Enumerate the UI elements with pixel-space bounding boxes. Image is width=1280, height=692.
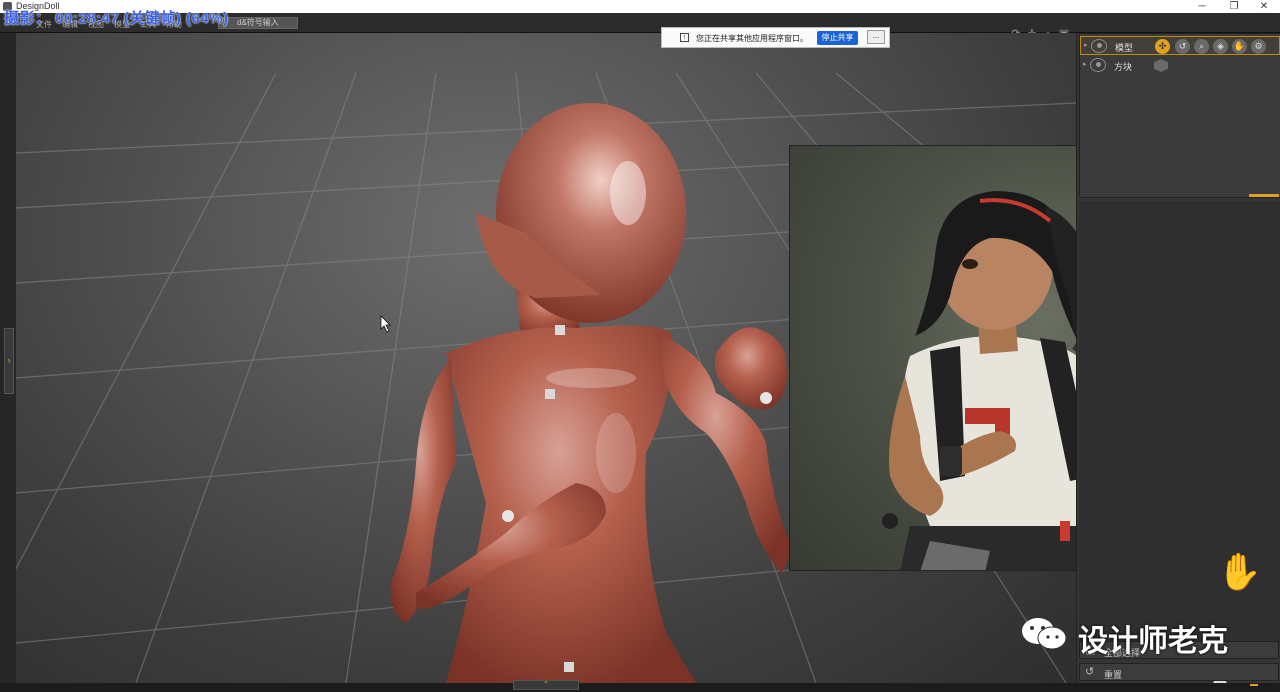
reset-icon: ↺ — [1085, 666, 1095, 678]
reset-button[interactable]: ↺ 重置 — [1079, 663, 1279, 681]
tree-row-model[interactable]: ▸ 模型 ✣ ↺ ⌕ ◈ ✋ ⚙ — [1080, 36, 1280, 55]
status-accent — [1250, 684, 1258, 686]
scene-tree: ▸ 模型 ✣ ↺ ⌕ ◈ ✋ ⚙ ▸ 方块 — [1079, 33, 1280, 198]
panel-splitter[interactable] — [1249, 194, 1279, 197]
share-icon: ↑ — [680, 33, 689, 42]
joint-handle-chest[interactable] — [545, 389, 555, 399]
left-panel-toggle[interactable]: › — [4, 328, 14, 394]
joint-handle-left-wrist[interactable] — [502, 510, 514, 522]
hand-pose-icon[interactable]: ✋ — [1217, 551, 1262, 593]
watermark: 设计师老克 — [1020, 612, 1260, 658]
bottom-panel-toggle[interactable]: ⌃ — [513, 680, 579, 690]
gear-icon[interactable]: ⚙ — [1251, 39, 1266, 54]
expand-icon[interactable]: ▸ — [1083, 60, 1087, 70]
joint-handle-hip[interactable] — [564, 662, 574, 672]
visibility-icon[interactable] — [1090, 58, 1106, 72]
hand-icon[interactable]: ✋ — [1232, 39, 1247, 54]
cube-icon[interactable] — [1154, 59, 1168, 72]
close-button[interactable]: ✕ — [1248, 0, 1280, 13]
watermark-text: 设计师老克 — [1078, 625, 1228, 658]
search-input[interactable]: d&符号输入 — [218, 17, 298, 29]
recording-overlay: 摄影： 00:28:47 (关键帧) (64%) — [4, 10, 229, 27]
joint-handle-neck[interactable] — [555, 325, 565, 335]
stop-sharing-button[interactable]: 停止共享 — [817, 31, 858, 45]
mouse-cursor — [380, 315, 391, 333]
share-more-button[interactable]: ... — [867, 30, 885, 44]
search-icon[interactable]: ⌕ — [1194, 39, 1209, 54]
doll-body — [390, 103, 790, 683]
visibility-icon[interactable] — [1091, 39, 1107, 53]
minimize-button[interactable]: ─ — [1186, 0, 1218, 13]
tree-row-label: 模型 — [1115, 43, 1134, 53]
tree-row-block[interactable]: ▸ 方块 — [1080, 56, 1280, 75]
expand-icon[interactable]: ▸ — [1084, 41, 1088, 51]
wechat-logo-icon — [1022, 618, 1067, 650]
tree-row-label: 方块 — [1114, 62, 1133, 72]
pose-panel: ✋ — [1079, 201, 1280, 689]
tag-icon[interactable]: ◈ — [1213, 39, 1228, 54]
maximize-button[interactable]: ❐ — [1218, 0, 1250, 13]
undo-pose-icon[interactable]: ↺ — [1175, 39, 1190, 54]
right-panel: ▸ 模型 ✣ ↺ ⌕ ◈ ✋ ⚙ ▸ 方块 ✋ ◫ 全部选择 ↺ 重置 — [1076, 33, 1280, 689]
bottom-bar — [0, 683, 1280, 692]
joint-handle-right-wrist[interactable] — [760, 392, 772, 404]
screen-share-notice: ↑ 您正在共享其他应用程序窗口。 停止共享 — [661, 27, 890, 48]
joint-icon[interactable]: ✣ — [1155, 39, 1170, 54]
share-notice-text: 您正在共享其他应用程序窗口。 — [696, 34, 808, 43]
